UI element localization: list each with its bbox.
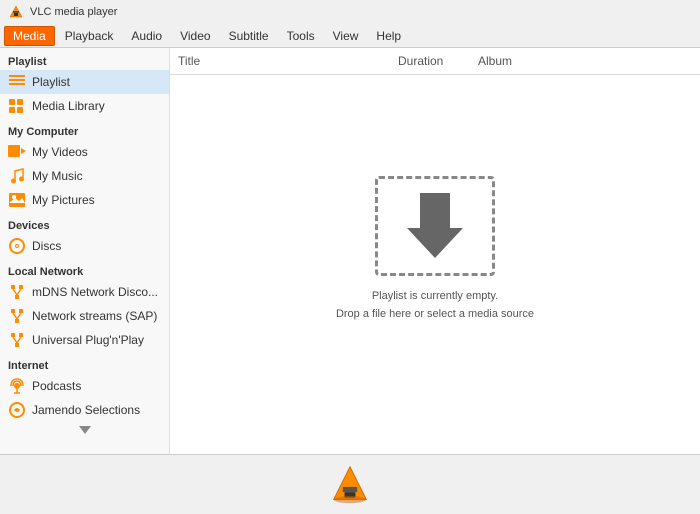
title-bar-text: VLC media player <box>30 6 117 18</box>
bottom-bar <box>0 454 700 514</box>
network-mdns-icon <box>8 283 26 301</box>
menu-playback[interactable]: Playback <box>57 27 122 45</box>
vlc-logo-small <box>8 4 24 20</box>
jamendo-icon <box>8 401 26 419</box>
menu-video[interactable]: Video <box>172 27 218 45</box>
playlist-icon <box>8 73 26 91</box>
sidebar-item-my-pictures[interactable]: My Pictures <box>0 188 169 212</box>
sidebar-item-network-streams[interactable]: Network streams (SAP) <box>0 304 169 328</box>
col-duration-header: Duration <box>398 54 478 68</box>
sidebar-item-jamendo-label: Jamendo Selections <box>32 403 140 417</box>
pictures-icon <box>8 191 26 209</box>
title-bar: VLC media player <box>0 0 700 24</box>
sidebar-item-mdns-label: mDNS Network Disco... <box>32 285 158 299</box>
sidebar: Playlist Playlist Media Library <box>0 48 170 454</box>
menu-help[interactable]: Help <box>368 27 409 45</box>
sidebar-item-podcasts[interactable]: Podcasts <box>0 374 169 398</box>
drop-zone[interactable] <box>375 176 495 276</box>
menu-media[interactable]: Media <box>4 26 55 46</box>
upnp-icon <box>8 331 26 349</box>
sidebar-section-devices: Devices <box>0 212 169 234</box>
podcast-icon <box>8 377 26 395</box>
sidebar-item-playlist-label: Playlist <box>32 75 70 89</box>
sidebar-item-network-streams-label: Network streams (SAP) <box>32 309 157 323</box>
sidebar-item-my-videos-label: My Videos <box>32 145 88 159</box>
sidebar-item-upnp[interactable]: Universal Plug'n'Play <box>0 328 169 352</box>
disc-icon <box>8 237 26 255</box>
menu-view[interactable]: View <box>325 27 367 45</box>
sidebar-item-mdns[interactable]: mDNS Network Disco... <box>0 280 169 304</box>
sidebar-item-media-library[interactable]: Media Library <box>0 94 169 118</box>
content-area: Title Duration Album Playlist is current… <box>170 48 700 454</box>
sidebar-section-internet: Internet <box>0 352 169 374</box>
sidebar-section-local-network: Local Network <box>0 258 169 280</box>
sidebar-item-my-music[interactable]: My Music <box>0 164 169 188</box>
content-header: Title Duration Album <box>170 48 700 75</box>
network-streams-icon <box>8 307 26 325</box>
sidebar-item-my-pictures-label: My Pictures <box>32 193 95 207</box>
video-icon <box>8 143 26 161</box>
sidebar-item-discs-label: Discs <box>32 239 61 253</box>
sidebar-section-my-computer: My Computer <box>0 118 169 140</box>
vlc-cone-icon <box>330 465 370 505</box>
col-title-header: Title <box>178 54 398 68</box>
sidebar-item-my-music-label: My Music <box>32 169 83 183</box>
sidebar-item-upnp-label: Universal Plug'n'Play <box>32 333 144 347</box>
main-area: Playlist Playlist Media Library <box>0 48 700 454</box>
sidebar-item-jamendo[interactable]: Jamendo Selections <box>0 398 169 422</box>
sidebar-scroll-down[interactable] <box>0 422 169 438</box>
sidebar-item-playlist[interactable]: Playlist <box>0 70 169 94</box>
media-library-icon <box>8 97 26 115</box>
drop-arrow <box>407 193 463 258</box>
sidebar-section-playlist: Playlist <box>0 48 169 70</box>
drop-text: Playlist is currently empty. Drop a file… <box>336 288 534 323</box>
menu-tools[interactable]: Tools <box>279 27 323 45</box>
col-album-header: Album <box>478 54 512 68</box>
sidebar-item-discs[interactable]: Discs <box>0 234 169 258</box>
menu-audio[interactable]: Audio <box>123 27 170 45</box>
sidebar-item-my-videos[interactable]: My Videos <box>0 140 169 164</box>
music-icon <box>8 167 26 185</box>
menu-bar: Media Playback Audio Video Subtitle Tool… <box>0 24 700 48</box>
sidebar-item-media-library-label: Media Library <box>32 99 105 113</box>
menu-subtitle[interactable]: Subtitle <box>221 27 277 45</box>
sidebar-item-podcasts-label: Podcasts <box>32 379 81 393</box>
playlist-empty-state: Playlist is currently empty. Drop a file… <box>170 75 700 454</box>
